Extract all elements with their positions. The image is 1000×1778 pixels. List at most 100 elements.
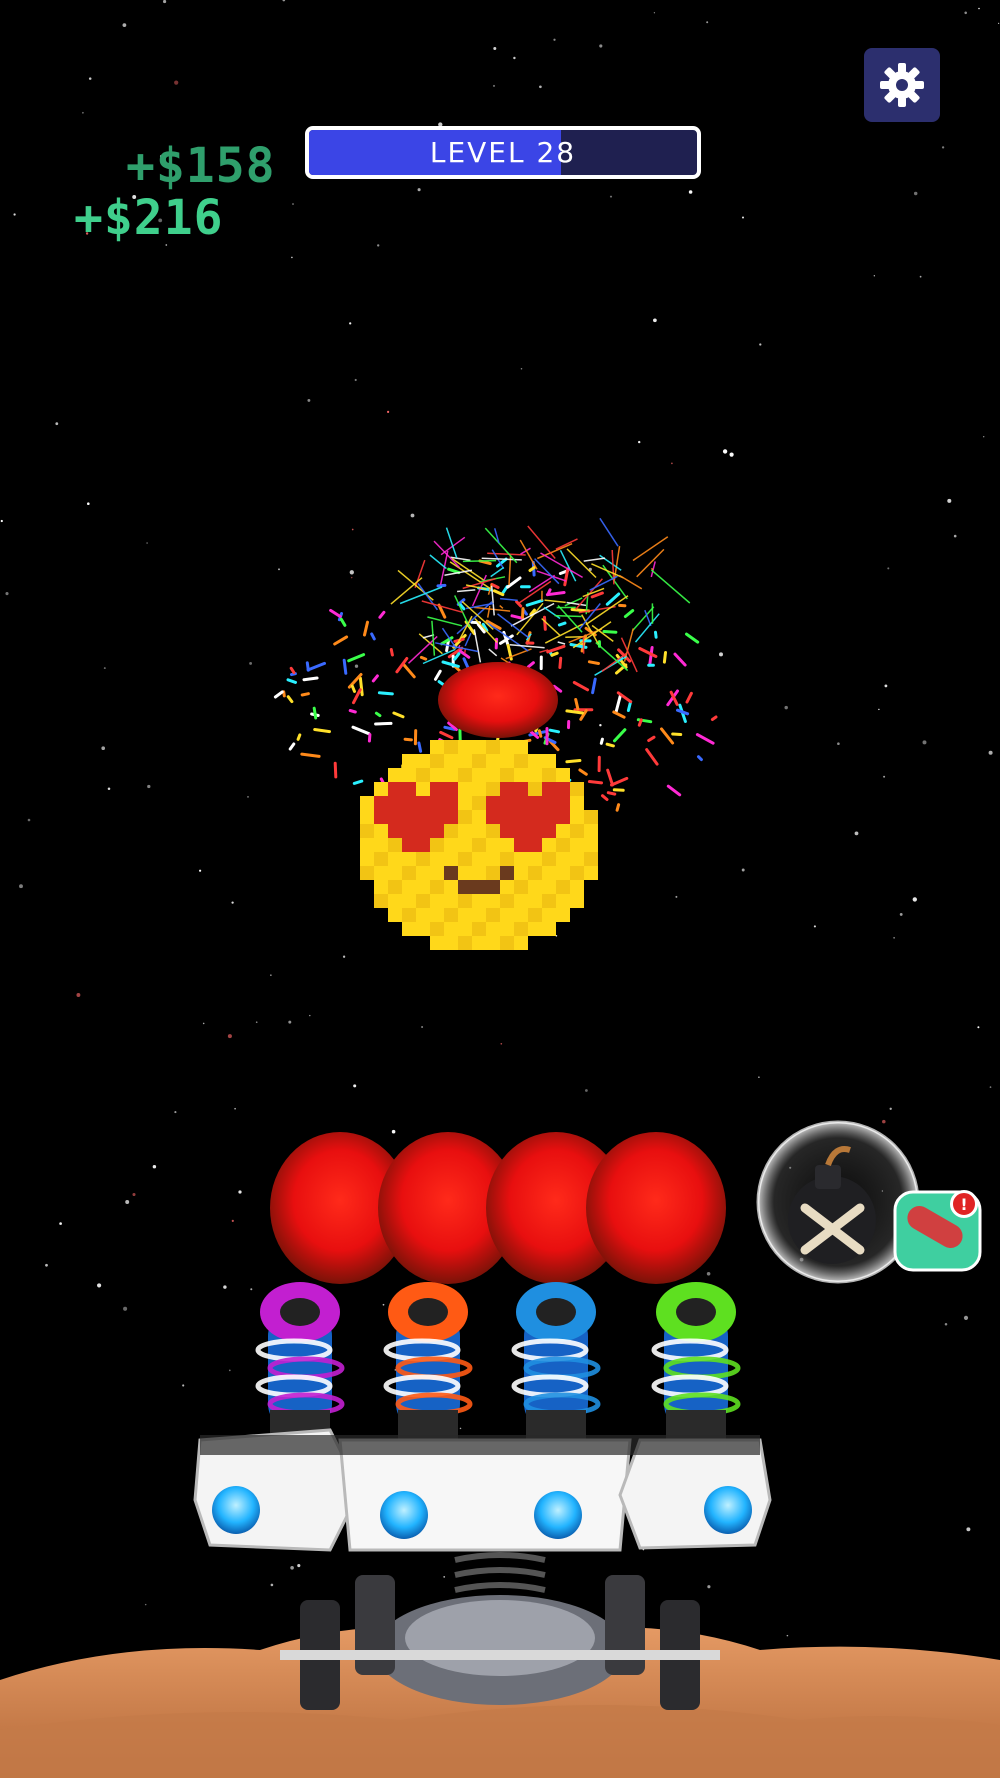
firework-streak bbox=[463, 649, 467, 654]
star bbox=[585, 1089, 588, 1092]
emoji-pixel bbox=[556, 824, 570, 838]
cannon-tube[interactable] bbox=[255, 1282, 345, 1440]
star bbox=[899, 912, 903, 916]
emoji-pixel bbox=[570, 852, 584, 866]
confetti-piece bbox=[565, 709, 584, 715]
emoji-pixel bbox=[486, 810, 500, 824]
emoji-pixel bbox=[430, 754, 444, 768]
star bbox=[199, 869, 202, 872]
firework-streak bbox=[454, 615, 473, 649]
confetti-piece bbox=[613, 728, 627, 743]
confetti-piece bbox=[302, 676, 319, 682]
emoji-pixel bbox=[458, 880, 472, 894]
emoji-pixel bbox=[528, 866, 542, 880]
confetti-piece bbox=[606, 768, 614, 787]
confetti-piece bbox=[671, 732, 683, 736]
confetti-piece bbox=[371, 674, 379, 683]
star bbox=[784, 705, 788, 710]
confetti-piece bbox=[300, 692, 310, 697]
emoji-pixel bbox=[430, 894, 444, 908]
star bbox=[741, 216, 745, 219]
star bbox=[887, 567, 890, 570]
emoji-pixel bbox=[556, 768, 570, 782]
star bbox=[350, 576, 353, 579]
confetti-piece bbox=[339, 617, 347, 627]
star bbox=[599, 724, 602, 727]
emoji-pixel bbox=[374, 796, 388, 810]
cannon-tube[interactable] bbox=[651, 1282, 741, 1440]
emoji-pixel bbox=[542, 768, 556, 782]
star bbox=[125, 1200, 130, 1204]
star bbox=[87, 502, 90, 505]
confetti-piece bbox=[352, 779, 364, 785]
confetti-piece bbox=[590, 591, 604, 599]
emoji-pixel bbox=[458, 936, 472, 950]
emoji-pixel bbox=[486, 768, 500, 782]
confetti-piece bbox=[695, 733, 715, 745]
star bbox=[123, 1306, 128, 1311]
emoji-pixel bbox=[500, 754, 514, 768]
cannon-tube[interactable] bbox=[511, 1282, 601, 1440]
star bbox=[174, 1111, 177, 1114]
confetti-piece bbox=[313, 728, 331, 734]
star bbox=[513, 56, 516, 60]
emoji-pixel bbox=[542, 880, 556, 894]
emoji-pixel bbox=[500, 740, 514, 754]
emoji-pixel bbox=[402, 768, 416, 782]
confetti-piece bbox=[565, 759, 582, 764]
emoji-pixel bbox=[486, 866, 500, 880]
emoji-pixel bbox=[570, 894, 584, 908]
bomb-powerup[interactable] bbox=[756, 1120, 920, 1284]
emoji-pixel bbox=[458, 810, 472, 824]
emoji-pixel bbox=[472, 740, 486, 754]
emoji-pixel bbox=[542, 782, 556, 796]
emoji-pixel bbox=[556, 782, 570, 796]
star bbox=[912, 897, 917, 902]
confetti-piece bbox=[662, 651, 667, 664]
emoji-pixel bbox=[416, 782, 430, 796]
star bbox=[0, 519, 3, 523]
emoji-pixel bbox=[542, 754, 556, 768]
star bbox=[989, 1086, 992, 1088]
cannon-tubes[interactable] bbox=[255, 1282, 741, 1440]
star bbox=[288, 1020, 292, 1024]
star bbox=[182, 1384, 185, 1387]
emoji-pixel bbox=[570, 796, 584, 810]
emoji-pixel bbox=[444, 810, 458, 824]
cannon-tube[interactable] bbox=[383, 1282, 473, 1440]
confetti-piece bbox=[605, 742, 615, 748]
emoji-pixel bbox=[430, 782, 444, 796]
firework-streak bbox=[429, 554, 447, 570]
star bbox=[291, 256, 293, 259]
star bbox=[539, 85, 542, 89]
star bbox=[249, 661, 253, 665]
confetti-piece bbox=[273, 690, 284, 699]
emoji-pixel bbox=[444, 838, 458, 852]
emoji-pixel bbox=[528, 908, 542, 922]
settings-button[interactable] bbox=[864, 48, 940, 122]
emoji-pixel bbox=[472, 894, 486, 908]
star bbox=[878, 708, 880, 711]
confetti-piece bbox=[389, 648, 394, 657]
emoji-pixel bbox=[472, 922, 486, 936]
emoji-pixel bbox=[444, 852, 458, 866]
star bbox=[978, 7, 980, 10]
star bbox=[82, 111, 84, 114]
firework-streak bbox=[591, 563, 624, 579]
emoji-pixel bbox=[556, 810, 570, 824]
confetti-piece bbox=[392, 711, 405, 719]
star bbox=[354, 378, 357, 382]
star bbox=[944, 1323, 948, 1326]
emoji-pixel bbox=[486, 852, 500, 866]
confetti-piece bbox=[374, 721, 393, 726]
emoji-pixel bbox=[472, 810, 486, 824]
star bbox=[493, 47, 497, 50]
confetti-piece bbox=[447, 567, 461, 575]
star bbox=[223, 1285, 227, 1289]
emoji-pixel bbox=[472, 936, 486, 950]
game-scene[interactable] bbox=[0, 0, 1000, 1778]
star bbox=[234, 1107, 236, 1110]
emoji-pixel bbox=[472, 866, 486, 880]
star bbox=[889, 1107, 892, 1110]
star bbox=[758, 1076, 760, 1079]
